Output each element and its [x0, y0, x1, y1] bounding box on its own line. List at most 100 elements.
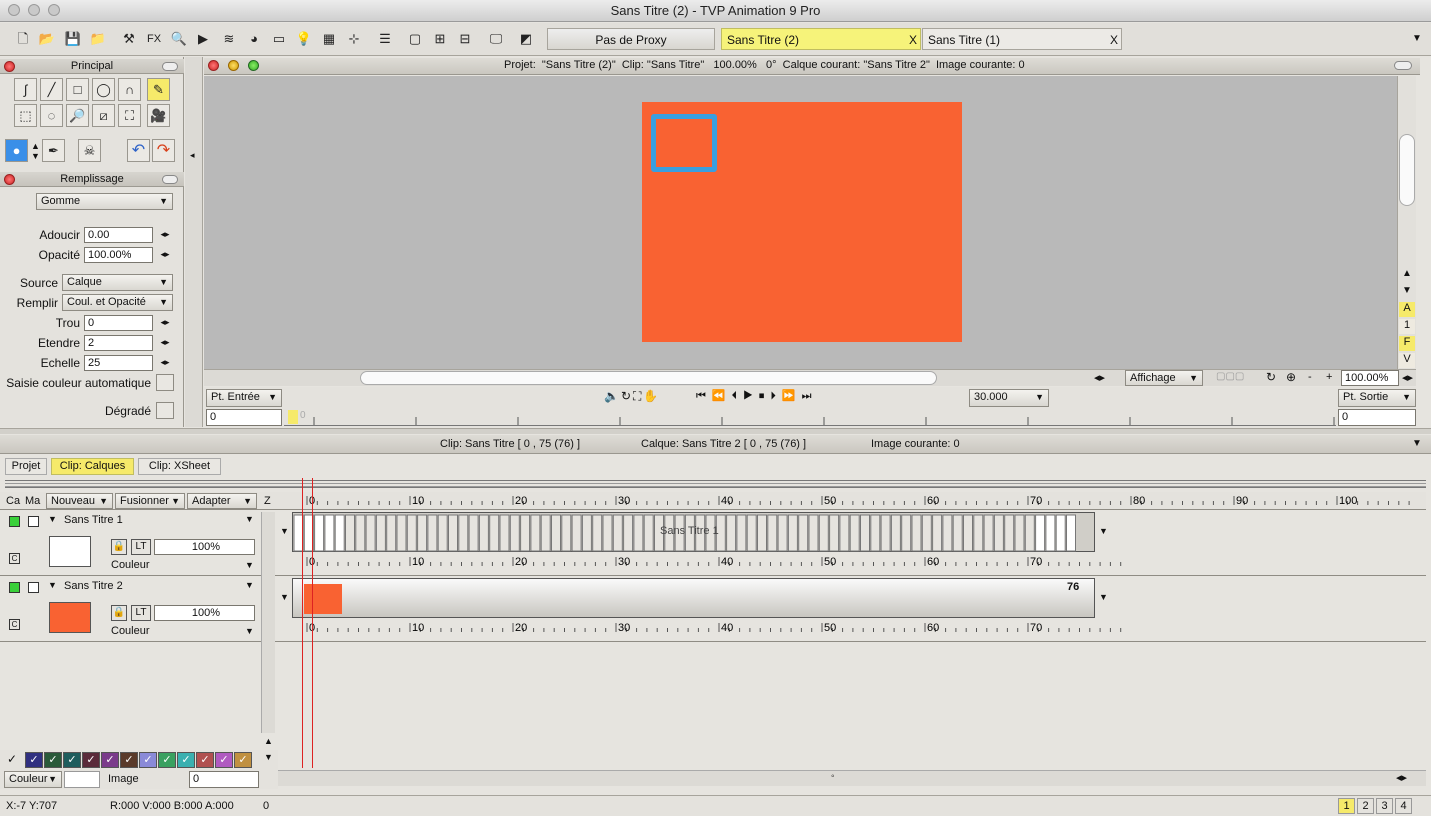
timeline-hscroll-arrows-icon[interactable]: ◂▸ [1396, 771, 1407, 784]
frame-cell[interactable] [932, 514, 943, 552]
layer-opacity-field[interactable]: 100% [154, 539, 255, 555]
blue-rectangle-shape[interactable] [651, 114, 717, 172]
fusionner-menu[interactable]: Fusionner [115, 493, 185, 509]
save-icon[interactable]: 💾 [62, 28, 84, 50]
layer-scroll-down-icon[interactable]: ▼ [264, 752, 273, 762]
couleur-select[interactable]: Couleur [4, 771, 62, 788]
trou-field[interactable]: 0 [84, 315, 153, 331]
frame-cell[interactable] [901, 514, 912, 552]
layer-visible-toggle[interactable] [9, 582, 20, 593]
adoucir-field[interactable]: 0.00 [84, 227, 153, 243]
frame-cell[interactable] [365, 514, 376, 552]
lock-icon[interactable]: 🔒 [111, 605, 127, 621]
tools-panel-scrollbar[interactable]: ◂ [185, 57, 203, 427]
stack-icon[interactable]: ☰ [374, 28, 396, 50]
color-swatch[interactable]: ✓ [139, 752, 157, 768]
color-wheel-icon[interactable]: ◕ [243, 28, 265, 50]
playback-options-icon[interactable]: 🔈↻⛶✋ [604, 389, 704, 407]
color-swatch[interactable]: ✓ [63, 752, 81, 768]
hscroll-grip-icon[interactable]: ◦ [831, 771, 835, 782]
frame-cell[interactable] [1024, 514, 1035, 552]
tab-projet[interactable]: Projet [5, 458, 47, 475]
frame-cell[interactable] [530, 514, 541, 552]
color-swatch[interactable]: ✓ [101, 752, 119, 768]
fill-tool-icon[interactable]: ✎ [147, 78, 170, 101]
tab-sans-titre-1[interactable]: Sans Titre (1) X [922, 28, 1122, 50]
zoom-tool-icon[interactable]: 🔎 [66, 104, 89, 127]
lasso-icon[interactable]: ◌ [40, 104, 63, 127]
frame-cell[interactable] [777, 514, 788, 552]
swatch-check-icon[interactable]: ✓ [7, 752, 17, 766]
layer-track-2[interactable]: 76 ▼ ▼ 010203040506070 [278, 577, 1426, 642]
remplissage-close-button[interactable] [4, 174, 15, 185]
frame-cell[interactable] [406, 514, 417, 552]
color-swatch[interactable]: ✓ [177, 752, 195, 768]
layer-2-instance-bar[interactable]: 76 [292, 578, 1095, 618]
track-end-menu-icon[interactable]: ▼ [1099, 526, 1108, 536]
layer-thumbnail[interactable] [49, 602, 91, 633]
bezier-tool-icon[interactable]: ∩ [118, 78, 141, 101]
play-icon[interactable]: ▶ [192, 28, 214, 50]
scroll-down-icon[interactable]: ▼ [1402, 285, 1412, 296]
redo-icon[interactable]: ↷ [152, 139, 175, 162]
grid-view-icon[interactable]: ⊞ [429, 28, 451, 50]
splitter[interactable] [0, 428, 1431, 434]
frame-slider[interactable]: 0 [284, 409, 1336, 426]
rectangle-tool-icon[interactable]: □ [66, 78, 89, 101]
frame-cell[interactable] [1014, 514, 1025, 552]
frame-cell[interactable] [1055, 514, 1066, 552]
layer-thumbnail[interactable] [49, 536, 91, 567]
split-view-icon[interactable]: ⊟ [454, 28, 476, 50]
frame-cell[interactable] [561, 514, 572, 552]
layers-icon[interactable]: ≋ [218, 28, 240, 50]
frame-cell[interactable] [437, 514, 448, 552]
search-icon[interactable]: 🔍 [168, 28, 190, 50]
fill-mode-select[interactable]: Gomme [36, 193, 173, 210]
proxy-button[interactable]: Pas de Proxy [547, 28, 715, 50]
current-frame-marker[interactable] [302, 478, 303, 768]
frame-cell[interactable] [520, 514, 531, 552]
frame-cell[interactable] [334, 514, 345, 552]
frame-cell[interactable] [417, 514, 428, 552]
hscroll-arrows-icon[interactable]: ◂▸ [1094, 371, 1105, 384]
layer-c-toggle[interactable]: C [9, 619, 20, 630]
side-button-a[interactable]: A [1399, 302, 1415, 317]
frame-cell[interactable] [324, 514, 335, 552]
page-button-3[interactable]: 3 [1376, 798, 1393, 814]
out-point-field[interactable]: 0 [1338, 409, 1416, 426]
viewport-maximize-button[interactable] [248, 60, 259, 71]
zoom-stepper-icon[interactable]: ◂▸ [1402, 371, 1413, 384]
frame-cell[interactable] [1066, 514, 1076, 552]
folder-icon[interactable]: 📁 [87, 28, 109, 50]
viewport-minimize-button[interactable] [228, 60, 239, 71]
layer-scroll-up-icon[interactable]: ▲ [264, 736, 273, 746]
side-button-f[interactable]: F [1399, 336, 1415, 351]
frame-cell[interactable] [540, 514, 551, 552]
nouveau-menu[interactable]: Nouveau [46, 493, 113, 509]
layer-blend-mode[interactable]: Couleur [111, 625, 150, 637]
frame-cell[interactable] [860, 514, 870, 552]
affichage-select[interactable]: Affichage [1125, 370, 1203, 386]
frame-cell[interactable] [1004, 514, 1015, 552]
frame-cell[interactable] [643, 514, 654, 552]
layer-blend-mode[interactable]: Couleur [111, 559, 150, 571]
paper-icon[interactable]: ▭ [268, 28, 290, 50]
frame-cell[interactable] [921, 514, 932, 552]
tab-clip-xsheet[interactable]: Clip: XSheet [138, 458, 221, 475]
frame-ruler[interactable]: 0102030405060708090100 [278, 492, 1426, 510]
transform-tool-icon[interactable]: ⛶ [118, 104, 141, 127]
color-swatch[interactable]: ✓ [234, 752, 252, 768]
line-tool-icon[interactable]: ╱ [40, 78, 63, 101]
minimize-window-button[interactable] [28, 4, 40, 16]
frame-cell[interactable] [736, 514, 747, 552]
layer-track-1[interactable]: Sans Titre 1 ▼ ▼ 010203040506070 [278, 511, 1426, 576]
monitor-icon[interactable]: 🖵 [485, 28, 507, 50]
frame-cell[interactable] [726, 514, 737, 552]
rotate-reset-icon[interactable]: ↻ [1266, 370, 1276, 384]
camera-tool-icon[interactable]: 🎥 [147, 104, 170, 127]
undo-icon[interactable]: ↶ [127, 139, 150, 162]
center-view-icon[interactable]: ⊕ [1286, 370, 1296, 384]
frame-cell[interactable] [396, 514, 407, 552]
layer-expand-icon[interactable]: ▼ [48, 514, 57, 524]
echelle-stepper-icon[interactable]: ◂▸ [158, 357, 172, 368]
